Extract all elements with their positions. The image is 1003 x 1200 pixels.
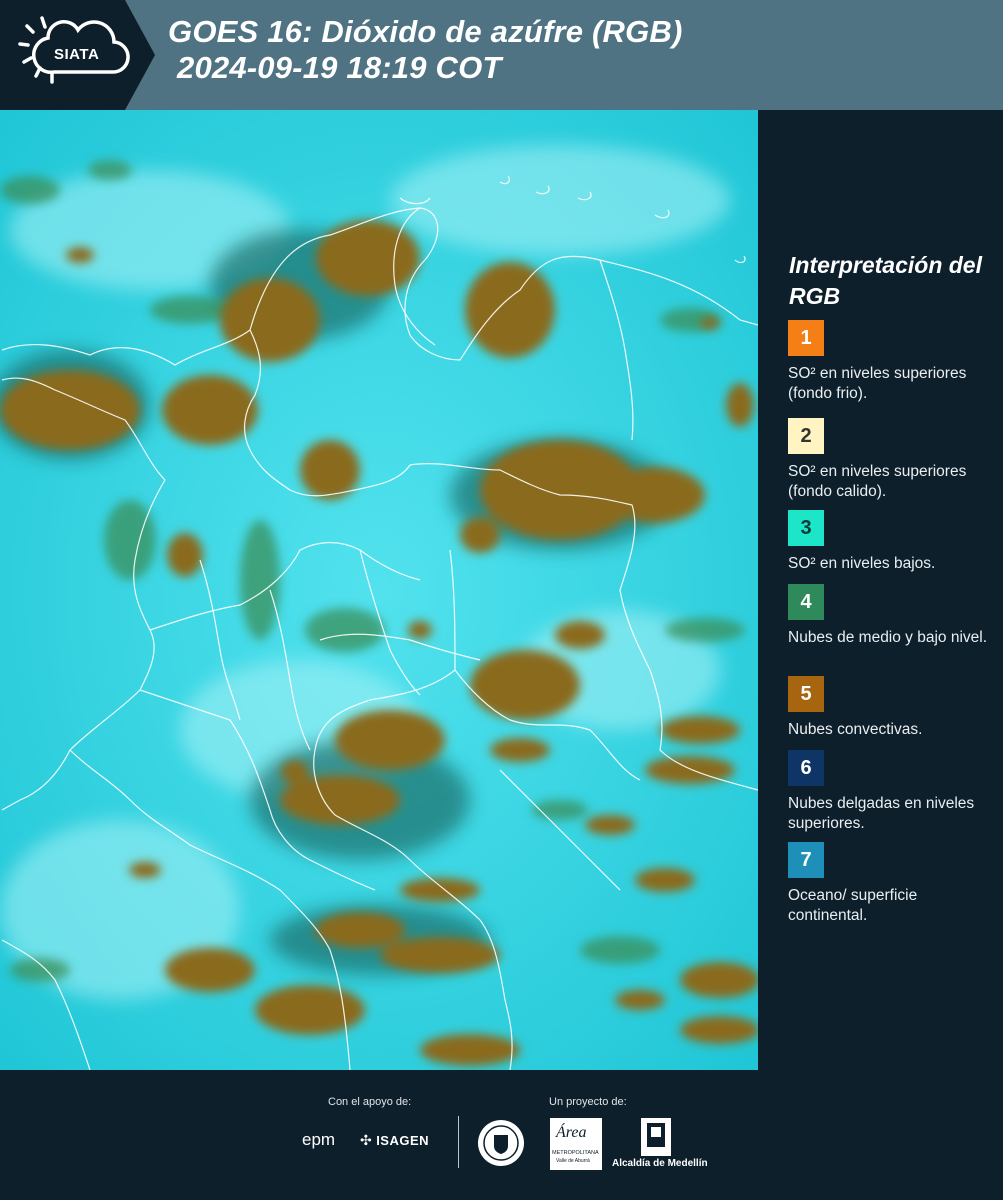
- area-logo-line3: Valle de Aburrá: [556, 1158, 590, 1164]
- legend-label-1: SO² en niveles superiores (fondo frio).: [788, 365, 967, 402]
- isagen-icon: ✣: [360, 1132, 372, 1148]
- legend-swatch-4: 4: [788, 584, 824, 620]
- support-label: Con el apoyo de:: [328, 1096, 412, 1108]
- area-logo-title: Área: [556, 1124, 587, 1141]
- area-metropolitana-logo: Área METROPOLITANA Valle de Aburrá: [550, 1118, 602, 1170]
- siata-logo: SIATA: [0, 0, 160, 110]
- legend-label-7: Oceano/ superficie continental.: [788, 887, 918, 924]
- legend-label-4: Nubes de medio y bajo nivel.: [788, 629, 988, 646]
- legend-item-4: 4 Nubes de medio y bajo nivel.: [788, 584, 988, 648]
- isagen-text: ISAGEN: [376, 1133, 430, 1148]
- legend-swatch-6: 6: [788, 750, 824, 786]
- medellin-seal: [476, 1118, 526, 1173]
- legend-swatch-3: 3: [788, 510, 824, 546]
- legend-item-6: 6 Nubes delgadas en niveles superiores.: [788, 750, 988, 834]
- legend-label-6: Nubes delgadas en niveles superiores.: [788, 795, 975, 832]
- footer-divider: [458, 1116, 459, 1168]
- alcaldia-text: Alcaldía de Medellín: [612, 1158, 708, 1169]
- legend-swatch-1: 1: [788, 320, 824, 356]
- legend-item-3: 3 SO² en niveles bajos.: [788, 510, 988, 574]
- title-timestamp: 2024-09-19 18:19 COT: [177, 50, 502, 85]
- area-logo-line2: METROPOLITANA: [552, 1150, 599, 1156]
- legend-label-5: Nubes convectivas.: [788, 721, 923, 738]
- legend-label-2: SO² en niveles superiores (fondo calido)…: [788, 463, 967, 500]
- legend-label-3: SO² en niveles bajos.: [788, 555, 936, 572]
- legend-swatch-7: 7: [788, 842, 824, 878]
- legend-item-5: 5 Nubes convectivas.: [788, 676, 988, 740]
- legend-item-1: 1 SO² en niveles superiores (fondo frio)…: [788, 320, 988, 404]
- satellite-rgb-map: [0, 110, 758, 1070]
- legend-swatch-5: 5: [788, 676, 824, 712]
- legend-panel: Interpretación del RGB 1 SO² en niveles …: [760, 110, 1003, 1070]
- legend-title: Interpretación del RGB: [789, 252, 982, 309]
- page-title: GOES 16: Dióxido de azúfre (RGB) 2024-09…: [168, 14, 683, 86]
- project-label: Un proyecto de:: [549, 1096, 627, 1108]
- epm-logo: epm: [302, 1130, 336, 1149]
- siata-brand-text: SIATA: [54, 46, 100, 63]
- title-product: GOES 16: Dióxido de azúfre (RGB): [168, 14, 683, 49]
- header-bar: SIATA GOES 16: Dióxido de azúfre (RGB) 2…: [0, 0, 1003, 110]
- legend-item-2: 2 SO² en niveles superiores (fondo calid…: [788, 418, 988, 502]
- footer: Con el apoyo de: Un proyecto de: epm ✣ I…: [0, 1070, 1003, 1200]
- isagen-logo: ✣ ISAGEN: [360, 1132, 429, 1150]
- seal-icon: [478, 1120, 524, 1166]
- crest-icon: [647, 1123, 665, 1147]
- legend-swatch-2: 2: [788, 418, 824, 454]
- alcaldia-crest: [641, 1118, 671, 1156]
- legend-item-7: 7 Oceano/ superficie continental.: [788, 842, 988, 926]
